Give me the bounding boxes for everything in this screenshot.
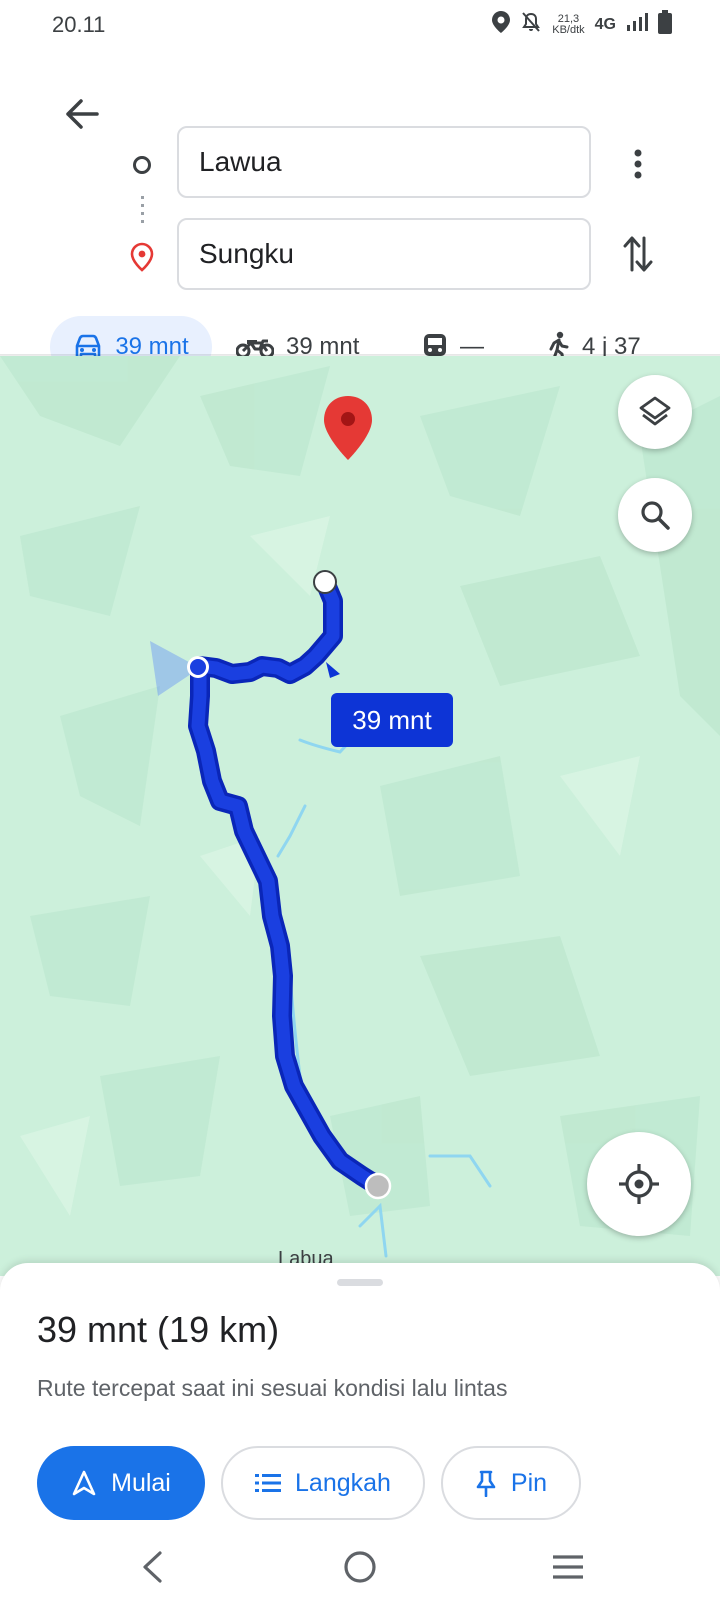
signal-icon: [626, 12, 648, 37]
my-location-icon: [619, 1164, 659, 1204]
origin-value: Lawua: [199, 146, 282, 177]
more-vert-icon: [634, 149, 642, 179]
map-search-button[interactable]: [618, 478, 692, 552]
route-duration-label[interactable]: 39 mnt: [331, 693, 453, 747]
destination-pin-icon: [130, 242, 154, 277]
start-label: Mulai: [111, 1468, 171, 1497]
drag-handle[interactable]: [337, 1279, 383, 1286]
route-duration-text: 39 mnt: [352, 704, 432, 735]
pin-icon: [476, 1470, 496, 1497]
directions-panel: Lawua Sungku 39 mnt 39 mnt — 4 j 37: [0, 52, 720, 378]
nav-home-icon: [344, 1551, 376, 1583]
status-bar: 20.11 21,3 KB/dtk 4G: [0, 0, 720, 52]
system-nav-bar: [0, 1530, 720, 1612]
nav-home-button[interactable]: [330, 1542, 390, 1592]
destination-value: Sungku: [199, 238, 294, 269]
back-arrow-icon: [66, 99, 99, 129]
status-icons: 21,3 KB/dtk 4G: [492, 10, 672, 39]
network-type: 4G: [594, 15, 616, 33]
location-icon: [492, 11, 511, 38]
my-location-button[interactable]: [587, 1132, 691, 1236]
layers-icon: [639, 396, 671, 426]
nav-back-button[interactable]: [122, 1542, 182, 1592]
origin-circle-icon: [133, 156, 151, 174]
map-view[interactable]: 39 mnt Labua: [0, 356, 720, 1276]
nav-menu-icon: [553, 1555, 583, 1579]
speed-unit: KB/dtk: [552, 23, 585, 36]
mute-icon: [520, 11, 542, 38]
navigation-arrow-icon: [72, 1470, 96, 1496]
route-connector: [141, 196, 144, 226]
status-time: 20.11: [52, 12, 106, 37]
search-icon: [641, 501, 670, 530]
steps-button[interactable]: Langkah: [221, 1446, 425, 1520]
pin-label: Pin: [510, 1468, 548, 1497]
origin-field[interactable]: Lawua: [177, 126, 591, 198]
network-speed: 21,3 KB/dtk: [552, 13, 585, 36]
more-options-button[interactable]: [618, 144, 658, 184]
destination-field[interactable]: Sungku: [177, 218, 591, 290]
nav-back-icon: [143, 1551, 162, 1583]
battery-icon: [658, 10, 672, 39]
swap-button[interactable]: [618, 232, 658, 276]
nav-menu-button[interactable]: [538, 1542, 598, 1592]
layers-button[interactable]: [618, 375, 692, 449]
back-button[interactable]: [62, 94, 102, 134]
list-icon: [255, 1474, 282, 1492]
swap-icon: [623, 236, 653, 272]
pin-button[interactable]: Pin: [441, 1446, 581, 1520]
start-button[interactable]: Mulai: [37, 1446, 205, 1520]
route-summary-title: 39 mnt (19 km): [37, 1309, 280, 1350]
steps-label: Langkah: [295, 1468, 391, 1497]
route-summary-subtitle: Rute tercepat saat ini sesuai kondisi la…: [37, 1375, 508, 1401]
